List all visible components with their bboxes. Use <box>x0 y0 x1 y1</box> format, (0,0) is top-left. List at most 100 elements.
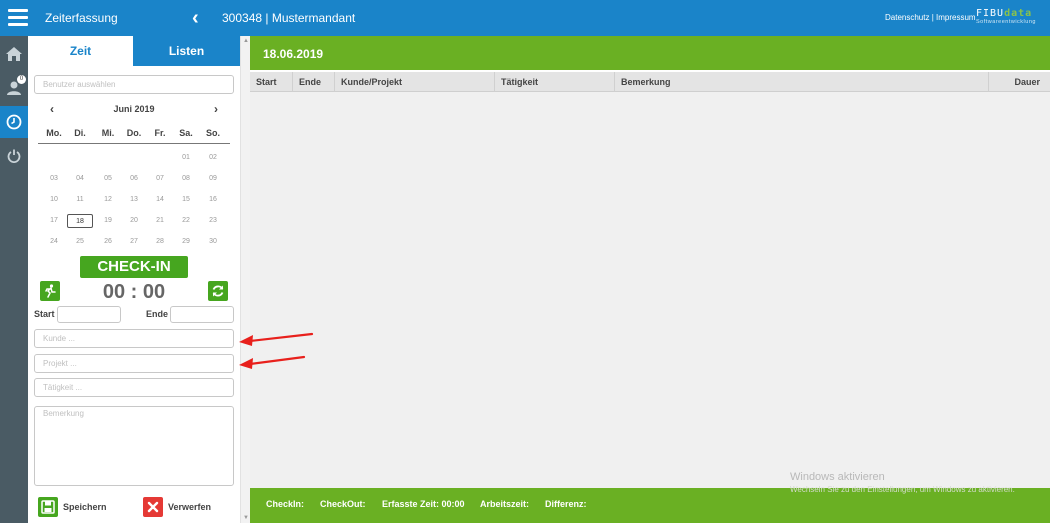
calendar-day-selected[interactable]: 18 <box>67 214 93 228</box>
calendar-day[interactable]: 23 <box>200 214 226 228</box>
date-header: 18.06.2019 <box>250 36 1050 70</box>
logo-subtitle: Softwareentwicklung <box>976 19 1036 25</box>
projekt-input[interactable] <box>34 354 234 373</box>
mandant-label: 300348 | Mustermandant <box>222 11 356 25</box>
company-logo: FIBUdata Softwareentwicklung <box>976 9 1042 29</box>
column-header-ende[interactable]: Ende <box>292 72 334 92</box>
annotation-arrow-kunde <box>239 332 314 346</box>
footer-arbeitszeit: Arbeitszeit: <box>480 499 530 509</box>
weekday-label: So. <box>205 128 220 138</box>
hamburger-menu-icon[interactable] <box>8 9 28 27</box>
calendar-day[interactable]: 01 <box>173 151 199 165</box>
home-icon[interactable] <box>0 38 28 70</box>
tab-zeit[interactable]: Zeit <box>28 36 133 66</box>
calendar-day[interactable]: 04 <box>67 172 93 186</box>
start-time-input[interactable] <box>57 306 121 323</box>
kunde-input[interactable] <box>34 329 234 348</box>
back-chevron-icon[interactable]: ‹ <box>192 7 199 30</box>
calendar-day[interactable]: 08 <box>173 172 199 186</box>
column-header-kunde-projekt[interactable]: Kunde/Projekt <box>334 72 494 92</box>
power-icon[interactable] <box>0 140 28 172</box>
save-button[interactable]: Speichern <box>38 496 107 518</box>
calendar-day[interactable]: 11 <box>67 193 93 207</box>
clock-icon[interactable] <box>0 106 28 138</box>
user-select-input[interactable] <box>34 75 234 94</box>
calendar-day[interactable]: 12 <box>95 193 121 207</box>
calendar-day[interactable]: 14 <box>147 193 173 207</box>
legal-link[interactable]: Datenschutz | Impressum <box>885 13 976 22</box>
calendar-day[interactable]: 13 <box>121 193 147 207</box>
logo-text-main: FIBU <box>976 8 1005 19</box>
column-header-bemerkung[interactable]: Bemerkung <box>614 72 988 92</box>
time-entry-panel: Zeit Listen ‹ Juni 2019 › Mo. Di. Mi. Do. Fr… <box>28 36 240 523</box>
calendar-day[interactable]: 22 <box>173 214 199 228</box>
footer-differenz: Differenz: <box>545 499 587 509</box>
footer-checkout: CheckOut: <box>320 499 366 509</box>
timer-display: 00 : 00 <box>102 281 166 303</box>
calendar-day[interactable]: 24 <box>41 235 67 249</box>
calendar-day[interactable]: 17 <box>41 214 67 228</box>
calendar-day[interactable]: 26 <box>95 235 121 249</box>
floppy-disk-icon <box>38 497 58 517</box>
discard-button-label: Verwerfen <box>168 502 212 512</box>
panel-tabs: Zeit Listen <box>28 36 240 66</box>
annotation-arrow-projekt <box>239 355 306 369</box>
refresh-icon[interactable] <box>208 281 228 301</box>
calendar-header: ‹ Juni 2019 › <box>38 102 230 116</box>
calendar-day[interactable]: 25 <box>67 235 93 249</box>
calendar-day[interactable]: 05 <box>95 172 121 186</box>
calendar-day[interactable]: 10 <box>41 193 67 207</box>
activation-watermark-subtitle: Wechseln Sie zu den Einstellungen, um Wi… <box>790 485 1015 494</box>
calendar-day[interactable]: 19 <box>95 214 121 228</box>
activation-watermark-title: Windows aktivieren <box>790 471 885 483</box>
bemerkung-textarea[interactable] <box>34 406 234 486</box>
tab-listen[interactable]: Listen <box>133 36 240 66</box>
close-icon <box>143 497 163 517</box>
next-month-icon[interactable]: › <box>214 102 218 116</box>
scroll-down-icon[interactable]: ▼ <box>243 515 249 521</box>
column-header-dauer[interactable]: Dauer <box>988 72 1050 92</box>
logo-text-accent: data <box>1004 8 1033 19</box>
weekday-label: Di. <box>74 128 86 138</box>
table-header: Start Ende Kunde/Projekt Tätigkeit Bemer… <box>250 72 1050 92</box>
check-in-button[interactable]: CHECK-IN <box>80 256 188 278</box>
calendar-day[interactable]: 02 <box>200 151 226 165</box>
save-button-label: Speichern <box>63 502 107 512</box>
legal-links[interactable]: Datenschutz | Impressum <box>885 13 976 22</box>
app-title: Zeiterfassung <box>45 11 118 25</box>
weekday-label: Do. <box>126 128 142 138</box>
side-rail: 0 <box>0 36 28 523</box>
column-header-start[interactable]: Start <box>250 72 292 92</box>
time-entries-table-body <box>250 92 1050 488</box>
weekday-label: Mi. <box>101 128 115 138</box>
running-person-icon[interactable] <box>40 281 60 301</box>
users-count-badge: 0 <box>17 75 26 84</box>
calendar-divider <box>38 143 230 144</box>
start-label: Start <box>34 309 55 319</box>
calendar-day[interactable]: 29 <box>173 235 199 249</box>
calendar-day[interactable]: 21 <box>147 214 173 228</box>
calendar-day[interactable]: 09 <box>200 172 226 186</box>
column-header-taetigkeit[interactable]: Tätigkeit <box>494 72 614 92</box>
top-bar: Zeiterfassung ‹ 300348 | Mustermandant D… <box>0 0 1050 36</box>
footer-checkin: CheckIn: <box>266 499 305 509</box>
calendar-day[interactable]: 20 <box>121 214 147 228</box>
calendar-day[interactable]: 30 <box>200 235 226 249</box>
calendar-day[interactable]: 27 <box>121 235 147 249</box>
end-label: Ende <box>146 309 169 319</box>
calendar-day[interactable]: 07 <box>147 172 173 186</box>
weekday-label: Fr. <box>154 128 166 138</box>
calendar-day[interactable]: 28 <box>147 235 173 249</box>
calendar-day[interactable]: 15 <box>173 193 199 207</box>
taetigkeit-input[interactable] <box>34 378 234 397</box>
panel-scrollbar[interactable]: ▲ ▼ <box>240 36 250 523</box>
scroll-up-icon[interactable]: ▲ <box>243 38 249 44</box>
calendar-month-label: Juni 2019 <box>113 104 155 114</box>
users-icon[interactable]: 0 <box>0 72 28 104</box>
discard-button[interactable]: Verwerfen <box>143 496 211 518</box>
calendar-day[interactable]: 06 <box>121 172 147 186</box>
calendar-day[interactable]: 16 <box>200 193 226 207</box>
calendar-day[interactable]: 03 <box>41 172 67 186</box>
end-time-input[interactable] <box>170 306 234 323</box>
weekday-label: Mo. <box>46 128 62 138</box>
